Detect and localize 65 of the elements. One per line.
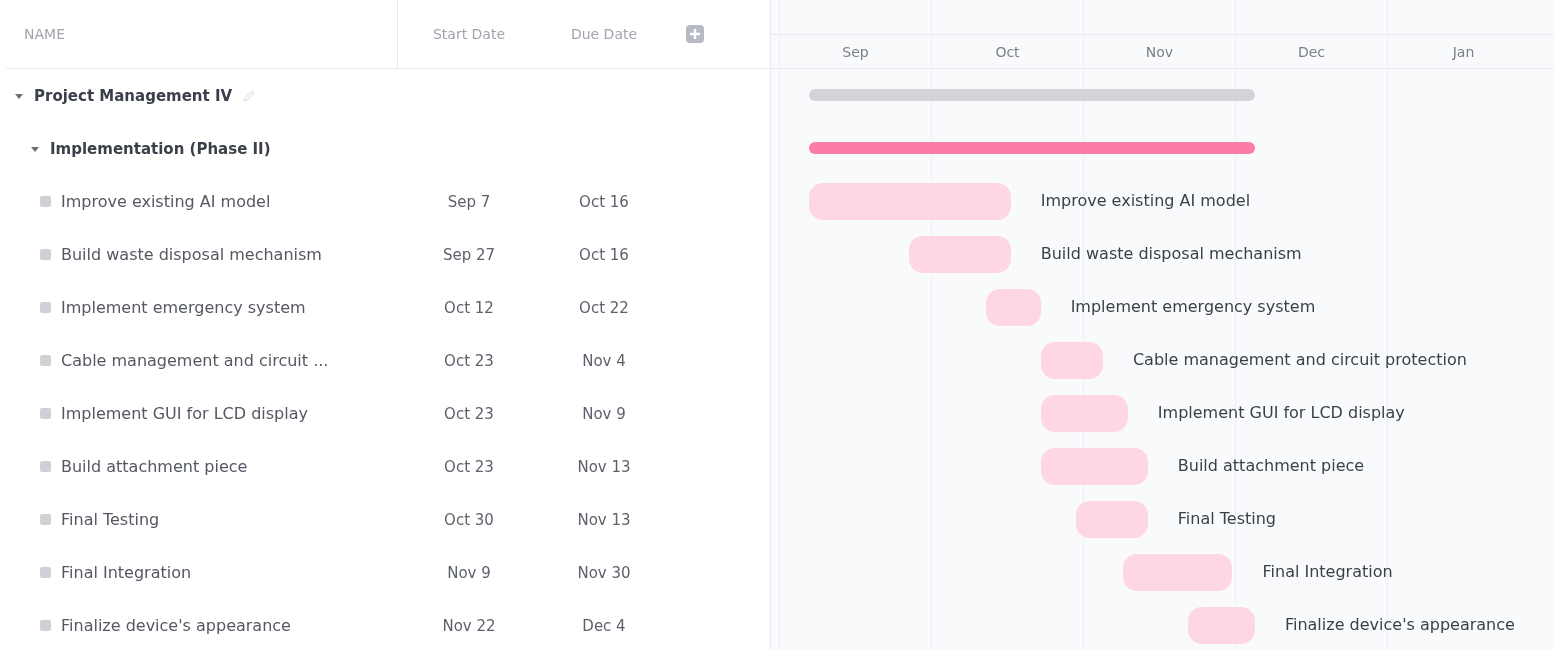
start-date: Sep 7 — [447, 192, 491, 211]
task-bar-label: Build attachment piece — [1177, 456, 1365, 475]
task-name[interactable]: Final Testing — [61, 510, 160, 529]
due-date: Oct 22 — [579, 298, 629, 317]
due-date: Dec 4 — [582, 616, 626, 635]
phase-bar[interactable] — [808, 142, 1255, 154]
due-date: Nov 13 — [577, 457, 631, 476]
due-date: Oct 16 — [579, 245, 629, 264]
add-column-icon[interactable] — [686, 25, 704, 43]
status-icon[interactable] — [40, 461, 51, 472]
month-label: Sep — [842, 43, 869, 60]
task-name[interactable]: Implement emergency system — [61, 298, 306, 317]
task-bar[interactable] — [1122, 554, 1233, 591]
task-bar[interactable] — [1040, 395, 1128, 432]
due-date: Oct 16 — [579, 192, 629, 211]
status-icon[interactable] — [40, 567, 51, 578]
month-label: Nov — [1145, 43, 1174, 60]
task-name[interactable]: Build attachment piece — [61, 457, 248, 476]
status-icon[interactable] — [40, 620, 51, 631]
start-date: Oct 12 — [444, 298, 494, 317]
pencil-icon[interactable] — [242, 88, 257, 103]
start-date: Oct 23 — [444, 404, 494, 423]
task-bar-label: Final Integration — [1262, 562, 1393, 581]
group-name: Implementation (Phase II) — [50, 139, 271, 158]
status-icon[interactable] — [40, 408, 51, 419]
task-name[interactable]: Cable management and circuit ... — [61, 351, 329, 370]
task-bar-label: Build waste disposal mechanism — [1040, 244, 1302, 263]
due-date: Nov 30 — [577, 563, 631, 582]
task-bar-label: Finalize device's appearance — [1284, 615, 1515, 634]
status-icon[interactable] — [40, 302, 51, 313]
start-date: Oct 23 — [444, 457, 494, 476]
task-bar-label: Implement GUI for LCD display — [1157, 403, 1405, 422]
project-name: Project Management IV — [34, 86, 233, 105]
status-icon[interactable] — [40, 196, 51, 207]
task-bar[interactable] — [1187, 607, 1255, 644]
start-date: Oct 23 — [444, 351, 494, 370]
task-bar[interactable] — [1040, 342, 1103, 379]
status-icon[interactable] — [40, 514, 51, 525]
status-icon[interactable] — [40, 355, 51, 366]
task-bar[interactable] — [1040, 448, 1148, 485]
task-bar[interactable] — [1075, 501, 1148, 538]
task-name[interactable]: Finalize device's appearance — [61, 616, 291, 635]
task-bar-label: Final Testing — [1177, 509, 1276, 528]
start-date: Oct 30 — [444, 510, 494, 529]
task-bar[interactable] — [908, 236, 1011, 273]
due-date: Nov 13 — [577, 510, 631, 529]
month-label: Oct — [995, 43, 1020, 60]
task-name[interactable]: Improve existing AI model — [61, 192, 271, 211]
status-icon[interactable] — [40, 249, 51, 260]
task-bar-label: Cable management and circuit protection — [1132, 350, 1467, 369]
month-label: Jan — [1452, 43, 1475, 60]
task-bar-label: Implement emergency system — [1070, 297, 1316, 316]
start-date: Nov 9 — [447, 563, 491, 582]
task-bar[interactable] — [985, 289, 1041, 326]
task-name[interactable]: Build waste disposal mechanism — [61, 245, 322, 264]
task-bar-label: Improve existing AI model — [1040, 191, 1251, 210]
due-date: Nov 4 — [582, 351, 626, 370]
due-date: Nov 9 — [582, 404, 626, 423]
task-bar[interactable] — [808, 183, 1011, 220]
task-name[interactable]: Implement GUI for LCD display — [61, 404, 308, 423]
month-label: Dec — [1297, 43, 1326, 60]
task-name[interactable]: Final Integration — [61, 563, 192, 582]
start-date: Nov 22 — [442, 616, 496, 635]
start-date: Sep 27 — [442, 245, 496, 264]
project-bar[interactable] — [808, 89, 1255, 101]
